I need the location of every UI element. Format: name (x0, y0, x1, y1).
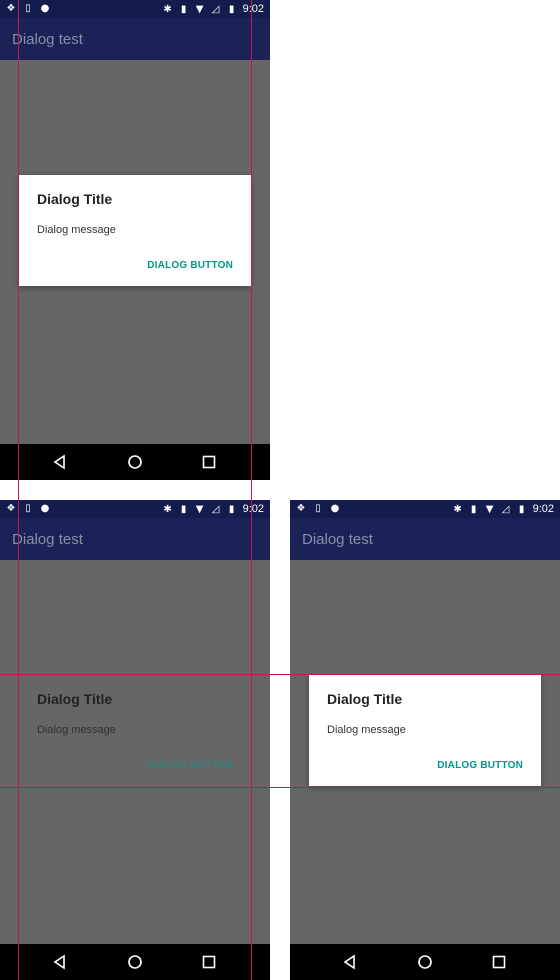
dropbox-icon: ❖ (6, 3, 16, 14)
navigation-bar (290, 944, 560, 980)
guide-line-vertical-left (18, 0, 19, 980)
status-time: 9:02 (242, 3, 264, 15)
wifi-icon: ▼ (195, 3, 204, 15)
status-time: 9:02 (532, 503, 554, 515)
dialog-title: Dialog Title (37, 691, 113, 707)
wifi-icon: ▼ (195, 503, 204, 515)
dialog-button[interactable]: DIALOG BUTTON (147, 760, 233, 771)
recents-icon[interactable] (490, 953, 508, 971)
dropbox-icon: ❖ (296, 503, 306, 514)
battery-icon: ▮ (518, 503, 525, 515)
signal-icon: ◿ (211, 503, 220, 515)
dialog-button[interactable]: DIALOG BUTTON (147, 260, 233, 271)
vibrate-icon: ▮ (470, 503, 477, 515)
dialog: Dialog Title Dialog message DIALOG BUTTO… (309, 675, 541, 786)
dropbox-icon: ❖ (6, 503, 16, 514)
recents-icon[interactable] (200, 453, 218, 471)
home-icon[interactable] (416, 953, 434, 971)
bluetooth-icon: ✱ (453, 503, 462, 515)
phone-screen-bottom-left: ❖ ▯ ● ✱ ▮ ▼ ◿ ▮ 9:02 Dialog test Dialog … (0, 500, 270, 980)
home-icon[interactable] (126, 953, 144, 971)
app-bar: Dialog test (0, 518, 270, 560)
guide-line-horizontal-top (0, 674, 560, 675)
status-bar: ❖ ▯ ● ✱ ▮ ▼ ◿ ▮ 9:02 (0, 500, 270, 518)
battery-icon: ▮ (228, 503, 235, 515)
signal-icon: ◿ (211, 3, 220, 15)
android-icon: ● (330, 503, 340, 514)
android-icon: ● (40, 503, 50, 514)
status-bar: ❖ ▯ ● ✱ ▮ ▼ ◿ ▮ 9:02 (290, 500, 560, 518)
back-icon[interactable] (51, 953, 69, 971)
app-bar: Dialog test (0, 18, 270, 60)
back-icon[interactable] (51, 453, 69, 471)
dialog-ghost: Dialog Title Dialog message DIALOG BUTTO… (19, 675, 251, 786)
recents-icon[interactable] (200, 953, 218, 971)
status-time: 9:02 (242, 503, 264, 515)
back-icon[interactable] (341, 953, 359, 971)
bluetooth-icon: ✱ (163, 503, 172, 515)
home-icon[interactable] (126, 453, 144, 471)
navigation-bar (0, 444, 270, 480)
vibrate-icon: ▮ (180, 503, 187, 515)
phone-screen-top-left: ❖ ▯ ● ✱ ▮ ▼ ◿ ▮ 9:02 Dialog test Dialog … (0, 0, 270, 480)
vibrate-icon: ▮ (180, 3, 187, 15)
navigation-bar (0, 944, 270, 980)
sim-icon: ▯ (25, 503, 31, 514)
app-title: Dialog test (12, 531, 83, 548)
dialog-button[interactable]: DIALOG BUTTON (437, 760, 523, 771)
android-icon: ● (40, 3, 50, 14)
sim-icon: ▯ (315, 503, 321, 514)
phone-screen-bottom-right: ❖ ▯ ● ✱ ▮ ▼ ◿ ▮ 9:02 Dialog test Dialog … (290, 500, 560, 980)
app-title: Dialog test (12, 31, 83, 48)
dialog-title: Dialog Title (327, 691, 403, 707)
signal-icon: ◿ (501, 503, 510, 515)
dialog-message: Dialog message (327, 724, 406, 736)
guide-line-vertical-right (251, 0, 252, 980)
app-title: Dialog test (302, 531, 373, 548)
dialog: Dialog Title Dialog message DIALOG BUTTO… (19, 175, 251, 286)
wifi-icon: ▼ (485, 503, 494, 515)
app-bar: Dialog test (290, 518, 560, 560)
dialog-title: Dialog Title (37, 191, 113, 207)
dialog-message: Dialog message (37, 224, 116, 236)
dialog-message: Dialog message (37, 724, 116, 736)
battery-icon: ▮ (228, 3, 235, 15)
status-bar: ❖ ▯ ● ✱ ▮ ▼ ◿ ▮ 9:02 (0, 0, 270, 18)
guide-line-horizontal-bottom (0, 787, 560, 788)
bluetooth-icon: ✱ (163, 3, 172, 15)
sim-icon: ▯ (25, 3, 31, 14)
